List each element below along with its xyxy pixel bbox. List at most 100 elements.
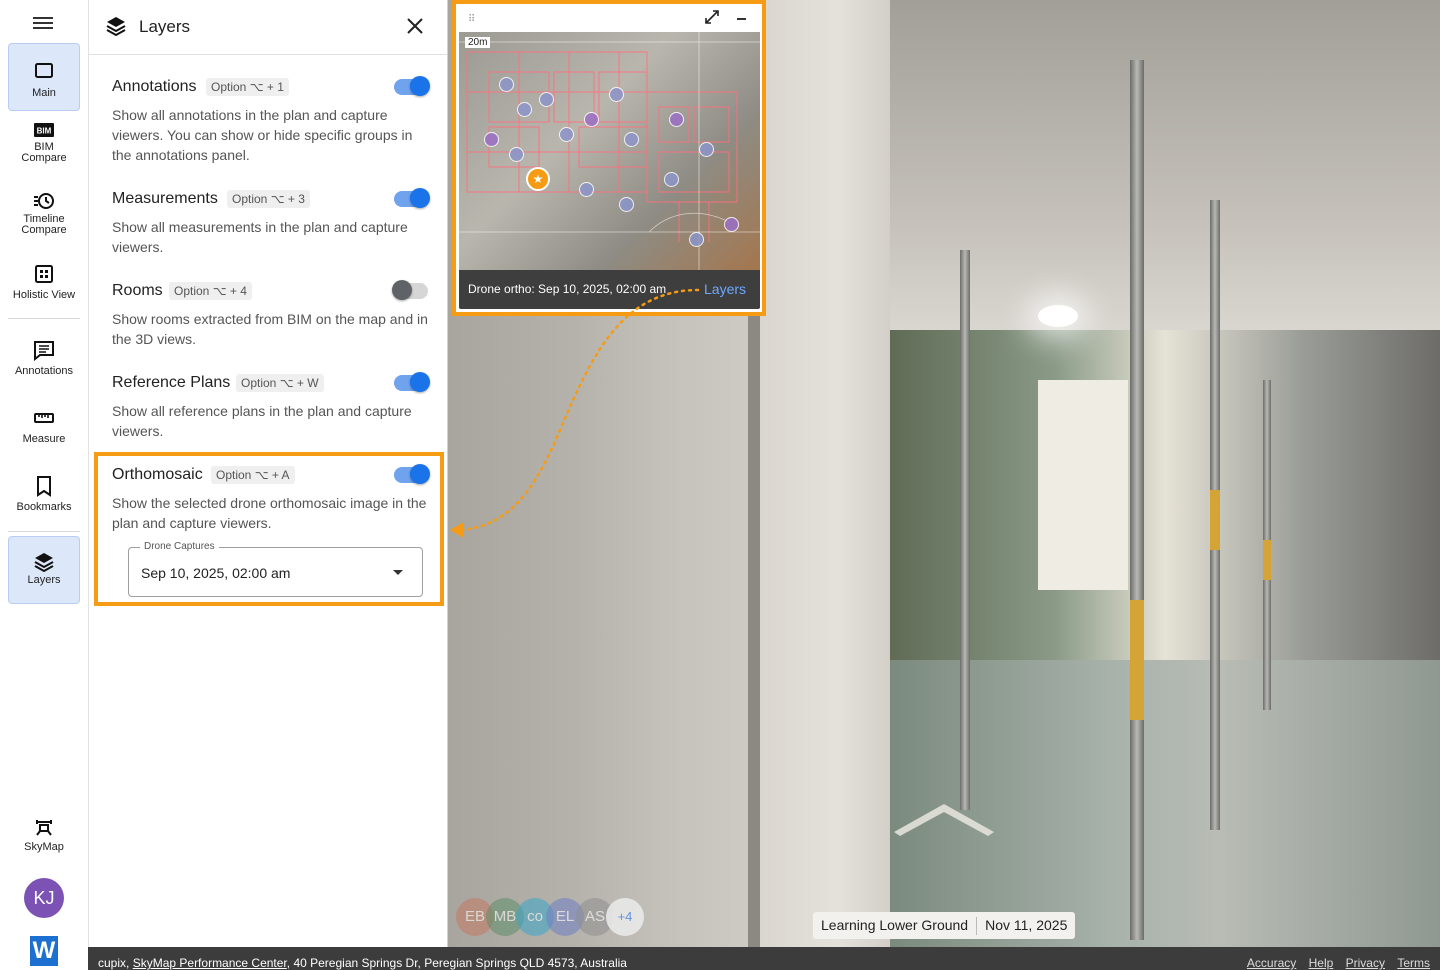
reference-plans-toggle[interactable] (394, 372, 430, 392)
help-link[interactable]: Help (1309, 956, 1334, 970)
layer-description: Show all annotations in the plan and cap… (112, 107, 413, 163)
privacy-link[interactable]: Privacy (1346, 956, 1385, 970)
annotations-toggle[interactable] (394, 76, 430, 96)
capture-point[interactable] (539, 92, 554, 107)
layers-link[interactable]: Layers (704, 281, 746, 297)
current-position-pin[interactable]: ★ (526, 167, 550, 191)
layer-name: Measurements (112, 190, 218, 207)
nav-divider (8, 318, 80, 319)
footer-links: Accuracy Help Privacy Terms (1238, 956, 1430, 970)
monitor-icon (35, 63, 53, 78)
attribution-footer: cupix, SkyMap Performance Center, 40 Per… (88, 947, 1440, 970)
bim-icon: BIM (34, 123, 54, 137)
site-address: cupix, SkyMap Performance Center, 40 Per… (98, 956, 627, 970)
terms-link[interactable]: Terms (1397, 956, 1430, 970)
site-link[interactable]: SkyMap Performance Center (133, 956, 287, 970)
nav-bookmarks[interactable]: Bookmarks (8, 472, 80, 540)
panel-header: Layers (89, 0, 447, 55)
capture-point[interactable] (559, 127, 574, 142)
capture-point[interactable] (624, 132, 639, 147)
nav-label: BIM Compare (21, 141, 67, 164)
close-icon[interactable] (405, 16, 425, 36)
nav-divider (8, 531, 80, 532)
accuracy-link[interactable]: Accuracy (1247, 956, 1296, 970)
prop-pole (960, 250, 970, 810)
layer-description: Show all measurements in the plan and ca… (112, 219, 408, 255)
floor-plan-overlay (459, 32, 760, 270)
layer-reference-plans: Reference Plans Option ⌥ + W Show all re… (112, 371, 430, 441)
bookmark-icon (37, 476, 51, 497)
minimap-toolbar: ⠿ (459, 4, 760, 32)
ruler-icon (34, 413, 54, 423)
prop-pole (1263, 380, 1271, 710)
menu-icon[interactable] (31, 14, 55, 32)
nav-timeline-compare[interactable]: Timeline Compare (8, 186, 80, 254)
nav-label: Annotations (14, 365, 74, 377)
select-value: Sep 10, 2025, 02:00 am (141, 565, 291, 581)
rooms-toggle[interactable] (392, 280, 428, 300)
caret-down-icon (393, 570, 403, 575)
nav-label: Main (32, 87, 56, 99)
layer-name: Rooms (112, 282, 163, 299)
capture-point[interactable] (664, 172, 679, 187)
minimap-footer: Drone ortho: Sep 10, 2025, 02:00 am Laye… (459, 270, 760, 309)
capture-point[interactable] (499, 77, 514, 92)
prop-pole (1210, 200, 1220, 830)
nav-measure[interactable]: Measure (8, 404, 80, 472)
shortcut-badge: Option ⌥ + 3 (227, 190, 310, 208)
nav-label: Holistic View (12, 289, 76, 301)
capture-point[interactable] (579, 182, 594, 197)
nav-annotations[interactable]: Annotations (8, 336, 80, 404)
capture-point[interactable] (689, 232, 704, 247)
capture-point[interactable] (724, 217, 739, 232)
nav-main[interactable]: Main (8, 43, 80, 111)
drag-handle-icon[interactable]: ⠿ (468, 14, 476, 25)
layers-icon (106, 17, 126, 37)
ceiling-light (1038, 305, 1078, 327)
capture-point[interactable] (584, 112, 599, 127)
annotation-icon (34, 341, 54, 361)
user-avatar[interactable]: KJ (24, 878, 64, 918)
layer-name: Annotations (112, 78, 197, 95)
more-participants[interactable]: +4 (606, 898, 644, 936)
drone-captures-select[interactable]: Drone Captures Sep 10, 2025, 02:00 am (128, 541, 423, 597)
grid-icon (35, 265, 53, 283)
capture-point[interactable] (509, 147, 524, 162)
layer-rooms: Rooms Option ⌥ + 4 Show rooms extracted … (112, 279, 428, 349)
capture-point[interactable] (619, 197, 634, 212)
svg-text:BIM: BIM (37, 127, 52, 136)
nav-label: Layers (27, 574, 61, 586)
nav-layers[interactable]: Layers (8, 536, 80, 604)
layers-icon (34, 553, 54, 573)
orthomosaic-map[interactable]: 20m ★ (459, 32, 760, 270)
expand-icon[interactable] (705, 10, 719, 24)
shortcut-badge: Option ⌥ + 1 (206, 78, 289, 96)
nav-rail: Main BIM BIM Compare Timeline Compare Ho… (0, 0, 89, 966)
capture-point[interactable] (517, 102, 532, 117)
drone-icon (36, 820, 52, 836)
nav-label: Timeline Compare (21, 213, 67, 236)
prop-pole (1130, 60, 1144, 940)
layer-measurements: Measurements Option ⌥ + 3 Show all measu… (112, 187, 430, 257)
nav-skymap[interactable]: SkyMap (8, 814, 80, 882)
capture-point[interactable] (699, 142, 714, 157)
layer-name: Reference Plans (112, 374, 231, 391)
ortho-caption: Drone ortho: Sep 10, 2025, 02:00 am (468, 282, 667, 296)
capture-point[interactable] (669, 112, 684, 127)
nav-label: Bookmarks (16, 501, 72, 513)
layer-description: Show rooms extracted from BIM on the map… (112, 311, 428, 347)
capture-date[interactable]: Nov 11, 2025 (977, 917, 1075, 933)
app-logo[interactable]: W (30, 936, 58, 966)
nav-bim-compare[interactable]: BIM BIM Compare (8, 118, 80, 186)
minimap: ⠿ 20m ★ Drone ortho: Sep 10, 2025, 02:00… (459, 4, 760, 309)
move-forward-arrow[interactable] (892, 800, 996, 840)
panel-title: Layers (139, 17, 191, 36)
level-name[interactable]: Learning Lower Ground (813, 917, 976, 933)
map-scale: 20m (465, 37, 491, 48)
minimize-icon[interactable] (737, 18, 746, 20)
measurements-toggle[interactable] (394, 188, 430, 208)
corridor (890, 330, 1440, 660)
capture-point[interactable] (609, 87, 624, 102)
nav-label: Measure (22, 433, 66, 445)
capture-point[interactable] (484, 132, 499, 147)
